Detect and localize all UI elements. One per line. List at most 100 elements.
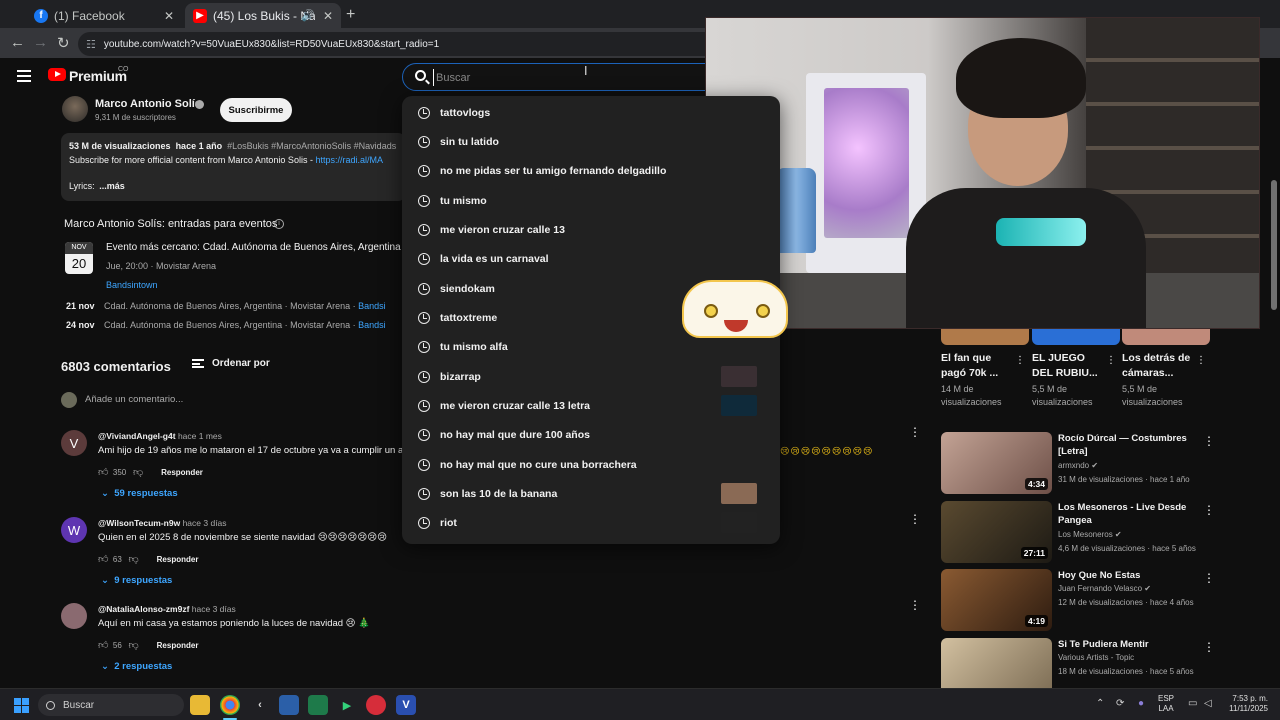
file-explorer-icon[interactable] [190, 695, 210, 715]
event-row[interactable]: 21 nov Cdad. Autónoma de Buenos Aires, Ar… [66, 301, 386, 311]
suggestion-item[interactable]: no hay mal que no cure una borrachera [402, 450, 780, 479]
event-row-source[interactable]: Bandsi [358, 320, 386, 330]
close-tab-icon[interactable]: ✕ [164, 9, 174, 23]
description-link[interactable]: https://radi.al/MA [315, 155, 383, 165]
like-icon[interactable]: 👍︎ [98, 553, 108, 565]
comment-handle[interactable]: @NataliaAlonso-zm9zf [98, 604, 189, 614]
suggestion-item[interactable]: me vieron cruzar calle 13 letra [402, 391, 780, 420]
youtube-logo-icon[interactable] [48, 68, 66, 81]
app-icon[interactable]: V [396, 695, 416, 715]
suggestion-item[interactable]: son las 10 de la banana [402, 479, 780, 508]
shorts-thumbnail[interactable] [1122, 329, 1210, 345]
comment-handle[interactable]: @ViviandAngel-g4t [98, 431, 176, 441]
system-clock[interactable]: 7:53 p. m. 11/11/2025 [1222, 694, 1268, 714]
app-icon[interactable]: ‹ [250, 695, 270, 715]
tab-facebook[interactable]: f (1) Facebook ✕ [26, 3, 182, 28]
shorts-thumbnail[interactable] [1032, 329, 1120, 345]
suggestion-item[interactable]: tattovlogs [402, 98, 780, 127]
dislike-icon[interactable]: 👎︎ [133, 466, 143, 478]
microphone-icon[interactable]: ● [1138, 698, 1144, 709]
suggestion-item[interactable]: me vieron cruzar calle 13 [402, 215, 780, 244]
taskbar-search[interactable]: Buscar [38, 694, 184, 716]
volume-icon[interactable]: ◁ [1204, 698, 1212, 709]
chevron-up-icon[interactable]: ⌃ [1096, 698, 1104, 709]
video-thumbnail[interactable]: 4:19 [941, 569, 1052, 631]
channel-name[interactable]: Marco Antonio Solís [95, 98, 201, 110]
sort-button[interactable]: Ordenar por [192, 358, 270, 369]
more-options-icon[interactable]: ⋮ [909, 599, 921, 617]
video-channel[interactable]: Various Artists - Topic [1058, 653, 1134, 662]
new-tab-button[interactable]: + [346, 6, 355, 24]
video-thumbnail[interactable]: 27:11 [941, 501, 1052, 563]
video-thumbnail[interactable]: 4:34 [941, 432, 1052, 494]
more-options-icon[interactable]: ⋮ [1196, 355, 1206, 366]
featured-event-name[interactable]: Evento más cercano: Cdad. Autónoma de Bu… [106, 242, 401, 253]
more-options-icon[interactable]: ⋮ [1203, 640, 1215, 654]
show-replies-button[interactable]: ⌄ 9 respuestas [101, 575, 172, 586]
suggestion-item[interactable]: sin tu latido [402, 127, 780, 156]
reply-button[interactable]: Responder [157, 555, 199, 564]
related-video[interactable]: 27:11 Los Mesoneros - Live Desde Pangea … [941, 501, 1216, 565]
commenter-avatar[interactable]: V [61, 430, 87, 456]
video-title[interactable]: Hoy Que No Estas [1058, 569, 1198, 582]
windows-start-icon[interactable] [14, 698, 29, 713]
site-info-icon[interactable]: ☷ [86, 38, 96, 51]
video-title[interactable]: Los Mesoneros - Live Desde Pangea [1058, 501, 1198, 527]
video-title[interactable]: Si Te Pudiera Mentir [1058, 638, 1198, 651]
network-icon[interactable]: ▭ [1188, 698, 1197, 709]
tab-youtube[interactable]: ▶ (45) Los Bukis - Navidad sin 🔊 ✕ [185, 3, 341, 28]
app-icon[interactable] [366, 695, 386, 715]
dislike-icon[interactable]: 👎︎ [128, 553, 138, 565]
sync-icon[interactable]: ⟳ [1116, 698, 1124, 709]
suggestion-item[interactable]: riot [402, 508, 780, 537]
comment-handle[interactable]: @WilsonTecum-n9w [98, 518, 180, 528]
play-icon[interactable]: ▶ [337, 695, 357, 715]
back-icon[interactable]: ← [10, 34, 25, 51]
more-options-icon[interactable]: ⋮ [1203, 503, 1215, 517]
channel-avatar[interactable] [62, 96, 88, 122]
info-icon[interactable]: i [274, 219, 284, 229]
page-scrollbar[interactable] [1271, 180, 1277, 310]
related-video[interactable]: 4:19 Hoy Que No Estas Juan Fernando Vela… [941, 569, 1216, 633]
forward-icon[interactable]: → [33, 34, 48, 51]
more-options-icon[interactable]: ⋮ [1203, 434, 1215, 448]
more-options-icon[interactable]: ⋮ [1106, 355, 1116, 366]
menu-icon[interactable] [17, 70, 31, 82]
show-replies-button[interactable]: ⌄ 2 respuestas [101, 661, 172, 672]
description-box[interactable]: 53 M de visualizaciones hace 1 año #LosB… [61, 133, 406, 201]
commenter-avatar[interactable] [61, 603, 87, 629]
url-bar[interactable]: ☷ youtube.com/watch?v=50VuaEUx830&list=R… [78, 32, 718, 56]
related-video[interactable]: Si Te Pudiera Mentir Various Artists - T… [941, 638, 1216, 688]
input-language[interactable]: ESP LAA [1158, 694, 1174, 714]
reload-icon[interactable]: ↻ [57, 34, 70, 52]
speaker-icon[interactable]: 🔊 [301, 9, 315, 22]
like-icon[interactable]: 👍︎ [98, 466, 108, 478]
video-channel[interactable]: Los Mesoneros ✔ [1058, 530, 1122, 539]
add-comment-field[interactable]: Añade un comentario... [61, 392, 401, 410]
shorts-title[interactable]: El fan que pagó 70k ... [941, 351, 1011, 381]
shorts-thumbnail[interactable] [941, 329, 1029, 345]
commenter-avatar[interactable]: W [61, 517, 87, 543]
suggestion-item[interactable]: no hay mal que dure 100 años [402, 420, 780, 449]
show-more-button[interactable]: ...más [99, 181, 125, 191]
reply-button[interactable]: Responder [161, 468, 203, 477]
more-options-icon[interactable]: ⋮ [909, 513, 921, 531]
chrome-icon[interactable] [220, 695, 240, 715]
dislike-icon[interactable]: 👎︎ [128, 639, 138, 651]
reply-button[interactable]: Responder [157, 641, 199, 650]
event-row[interactable]: 24 nov Cdad. Autónoma de Buenos Aires, Ar… [66, 320, 386, 330]
featured-event-source[interactable]: Bandsintown [106, 280, 158, 290]
calculator-icon[interactable] [308, 695, 328, 715]
suggestion-item[interactable]: bizarrap [402, 362, 780, 391]
video-thumbnail[interactable] [941, 638, 1052, 688]
suggestion-item[interactable]: no me pidas ser tu amigo fernando delgad… [402, 156, 780, 185]
video-title[interactable]: Rocío Dúrcal — Costumbres [Letra] [1058, 432, 1198, 458]
more-options-icon[interactable]: ⋮ [1015, 355, 1025, 366]
show-replies-button[interactable]: ⌄ 59 respuestas [101, 488, 178, 499]
like-icon[interactable]: 👍︎ [98, 639, 108, 651]
app-icon[interactable] [279, 695, 299, 715]
video-channel[interactable]: Juan Fernando Velasco ✔ [1058, 584, 1151, 593]
related-video[interactable]: 4:34 Rocío Dúrcal — Costumbres [Letra] a… [941, 432, 1216, 496]
shorts-title[interactable]: Los detrás de cámaras... [1122, 351, 1192, 381]
close-tab-icon[interactable]: ✕ [323, 9, 333, 23]
